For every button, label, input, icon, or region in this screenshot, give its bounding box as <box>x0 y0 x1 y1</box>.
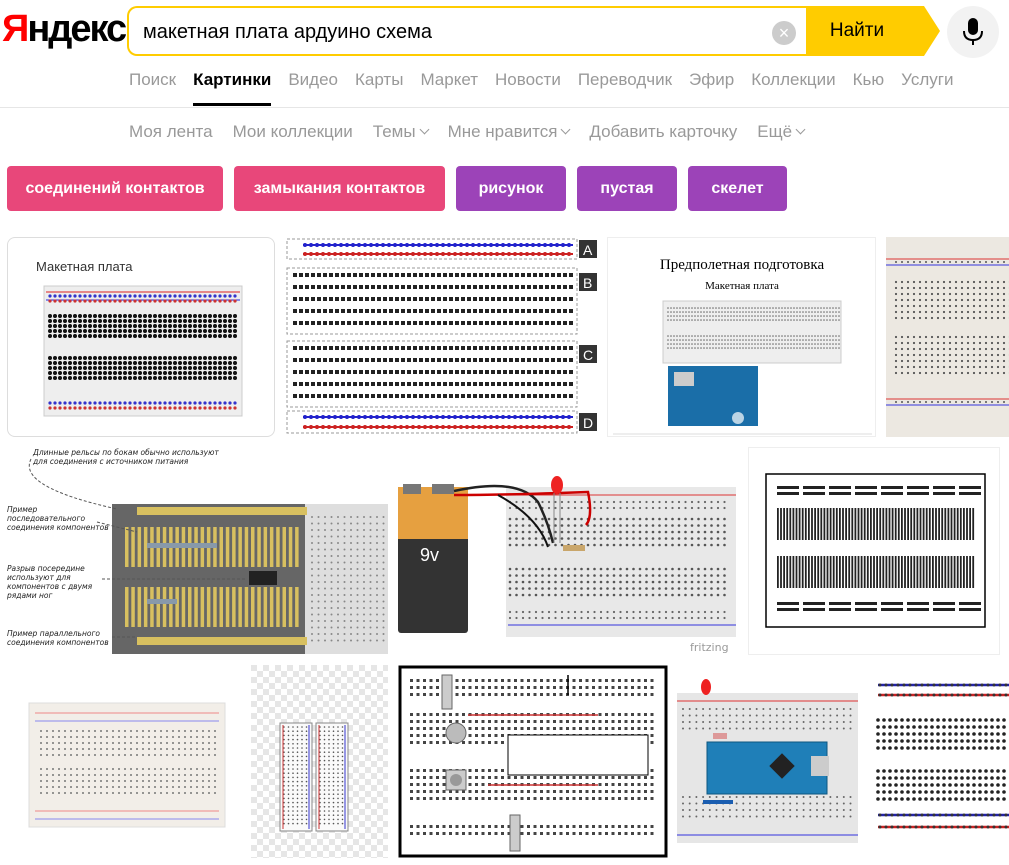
svg-text:Предполетная подготовка: Предполетная подготовка <box>660 257 825 273</box>
chip-2[interactable]: рисунок <box>456 166 566 211</box>
service-tabs: Поиск Картинки Видео Карты Маркет Новости Пере… <box>129 70 970 106</box>
svg-text:для соединения с источником пи: для соединения с источником питания <box>32 457 189 466</box>
svg-text:B: B <box>583 275 592 291</box>
half-breadboard-photo <box>7 665 241 858</box>
search-input[interactable] <box>143 19 763 45</box>
subnav-label: Мои коллекции <box>232 122 353 141</box>
svg-text:C: C <box>583 347 593 363</box>
chip-4[interactable]: скелет <box>688 166 787 211</box>
find-button[interactable]: Найти <box>806 6 940 56</box>
tab-3[interactable]: Карты <box>355 70 403 106</box>
microphone-icon[interactable] <box>947 6 999 58</box>
breadboard-dots-diagram <box>868 665 1009 858</box>
tab-7[interactable]: Эфир <box>689 70 734 106</box>
svg-text:fritzing: fritzing <box>690 641 729 654</box>
subnav-label: Темы <box>372 122 416 141</box>
svg-text:соединения компонентов: соединения компонентов <box>7 638 109 647</box>
breadboard-diagram: A B C D <box>286 238 597 434</box>
subnav-item-4[interactable]: Добавить карточку <box>589 122 737 142</box>
subnav-item-0[interactable]: Моя лента <box>129 122 213 142</box>
breadboard-outline <box>765 473 986 628</box>
mini-breadboards-picture <box>251 665 388 858</box>
subnav-item-2[interactable]: Темы <box>372 122 430 142</box>
chip-0[interactable]: соединений контактов <box>7 166 223 211</box>
image-result-3[interactable]: Предполетная подготовка Макетная плата <box>607 237 876 437</box>
subnav-label: Мне нравится <box>447 122 558 141</box>
image-result-10[interactable] <box>398 665 668 858</box>
svg-text:компонентов с двумя: компонентов с двумя <box>7 582 93 591</box>
chevron-down-icon <box>560 124 571 135</box>
arduino-nano-breadboard <box>677 665 858 858</box>
tab-0[interactable]: Поиск <box>129 70 176 106</box>
yandex-logo[interactable]: Яндекс <box>2 8 127 51</box>
subnav-item-5[interactable]: Ещё <box>757 122 806 142</box>
image-result-7[interactable] <box>748 447 1000 655</box>
search-box: × <box>127 6 807 56</box>
tab-10[interactable]: Услуги <box>901 70 953 106</box>
svg-text:последовательного: последовательного <box>7 514 85 523</box>
svg-text:Макетная плата: Макетная плата <box>705 280 779 292</box>
slide-picture: Предполетная подготовка Макетная плата <box>613 257 872 435</box>
image-result-6[interactable]: 9v fritzing <box>398 447 738 655</box>
image-result-11[interactable] <box>677 665 858 858</box>
tab-2[interactable]: Видео <box>288 70 338 106</box>
tab-8[interactable]: Коллекции <box>751 70 835 106</box>
svg-text:9v: 9v <box>420 545 439 565</box>
annotated-breadboard: Длинные рельсы по бокам обычно использую… <box>7 447 388 655</box>
svg-text:Длинные рельсы по бокам обычно: Длинные рельсы по бокам обычно использую… <box>32 448 219 457</box>
subnav-label: Добавить карточку <box>589 122 738 141</box>
svg-text:Пример: Пример <box>7 505 38 514</box>
image-result-1[interactable]: Макетная плата <box>7 237 275 437</box>
svg-text:A: A <box>583 242 593 258</box>
query-suggestion-chips: соединений контактов замыкания контактов р… <box>7 166 798 211</box>
tab-4[interactable]: Маркет <box>420 70 478 106</box>
svg-text:Пример параллельного: Пример параллельного <box>7 629 100 638</box>
image-result-5[interactable]: Длинные рельсы по бокам обычно использую… <box>7 447 388 655</box>
schematic-layout <box>398 665 668 858</box>
tab-9[interactable]: Кью <box>853 70 885 106</box>
image-result-12[interactable] <box>868 665 1009 858</box>
image-result-4[interactable] <box>886 237 1009 437</box>
clear-icon[interactable]: × <box>772 21 796 45</box>
svg-text:используют для: используют для <box>7 573 71 582</box>
breadboard-picture: Макетная плата <box>36 259 243 417</box>
subnav-label: Моя лента <box>129 122 213 141</box>
images-subnav: Моя лента Мои коллекции Темы Мне нравится До… <box>129 122 824 142</box>
image-caption: Макетная плата <box>36 259 133 274</box>
svg-text:D: D <box>583 415 593 431</box>
chevron-down-icon <box>419 124 430 135</box>
svg-text:соединения компонентов: соединения компонентов <box>7 523 109 532</box>
svg-text:рядами ног: рядами ног <box>7 591 52 600</box>
subnav-item-1[interactable]: Мои коллекции <box>233 122 353 142</box>
chevron-down-icon <box>795 124 806 135</box>
breadboard-photo <box>886 237 1009 437</box>
tab-6[interactable]: Переводчик <box>578 70 672 106</box>
tab-5[interactable]: Новости <box>495 70 561 106</box>
svg-text:Разрыв посередине: Разрыв посередине <box>7 564 85 573</box>
subnav-item-3[interactable]: Мне нравится <box>447 122 571 142</box>
image-result-9[interactable] <box>251 665 388 858</box>
image-result-8[interactable] <box>7 665 241 858</box>
tab-1[interactable]: Картинки <box>193 70 272 106</box>
battery-led-circuit: 9v fritzing <box>398 447 738 655</box>
header: Яндекс × Найти Поиск Картинки Видео Карты Ма… <box>0 0 1009 108</box>
subnav-label: Ещё <box>757 122 793 141</box>
chip-1[interactable]: замыкания контактов <box>234 166 445 211</box>
chip-3[interactable]: пустая <box>577 166 677 211</box>
image-result-2[interactable]: A B C D <box>283 237 598 437</box>
